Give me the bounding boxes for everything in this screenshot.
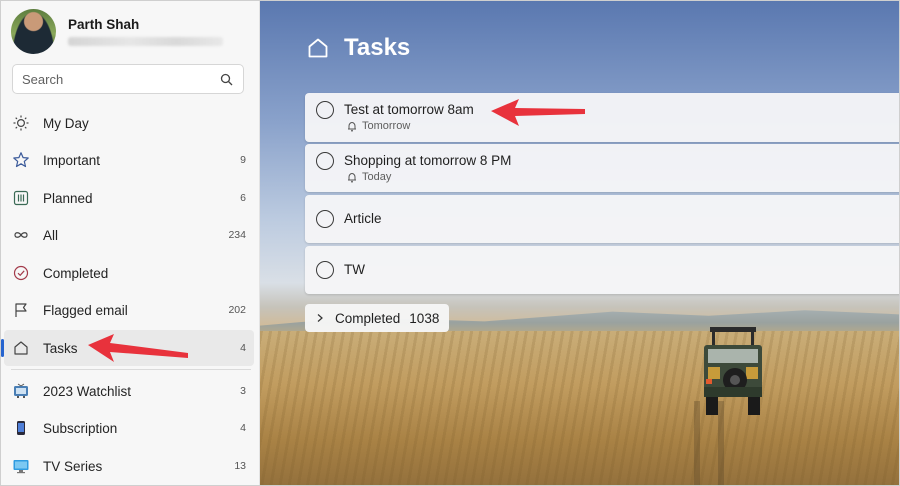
sidebar-item-subscription[interactable]: Subscription 4 xyxy=(1,410,256,446)
sidebar-item-flagged-email[interactable]: Flagged email 202 xyxy=(1,292,256,328)
task-title[interactable]: Test at tomorrow 8am xyxy=(344,102,474,117)
sidebar-item-label: TV Series xyxy=(43,458,103,474)
task-title[interactable]: Article xyxy=(344,211,382,226)
complete-checkbox[interactable] xyxy=(316,210,334,228)
avatar[interactable] xyxy=(11,8,56,54)
complete-checkbox[interactable] xyxy=(316,101,334,119)
profile-email-redacted xyxy=(68,36,223,46)
phone-icon xyxy=(12,419,30,437)
reminder-text: Tomorrow xyxy=(362,120,411,132)
monitor-icon xyxy=(12,457,30,475)
sun-icon xyxy=(12,114,30,132)
sidebar-item-label: Important xyxy=(43,152,101,168)
bell-icon xyxy=(346,172,357,183)
profile-name: Parth Shah xyxy=(68,16,140,32)
sidebar-item-count: 9 xyxy=(240,154,246,166)
task-item[interactable]: TW xyxy=(305,246,899,294)
sidebar-item-count: 3 xyxy=(240,385,246,397)
complete-checkbox[interactable] xyxy=(316,152,334,170)
sidebar-item-count: 202 xyxy=(228,304,246,316)
check-circle-icon xyxy=(12,264,30,282)
sidebar-item-completed[interactable]: Completed xyxy=(1,255,256,291)
sidebar-item-count: 234 xyxy=(228,229,246,241)
app-window: Parth Shah Search My Day Important 9 Pla… xyxy=(0,0,900,486)
sidebar-item-label: Tasks xyxy=(43,340,78,356)
sidebar: Parth Shah Search My Day Important 9 Pla… xyxy=(1,1,260,485)
completed-toggle[interactable]: Completed 1038 xyxy=(305,304,450,332)
chevron-right-icon xyxy=(315,313,325,323)
completed-label: Completed xyxy=(335,310,401,326)
sidebar-item-planned[interactable]: Planned 6 xyxy=(1,180,256,216)
sidebar-item-count: 6 xyxy=(240,192,246,204)
page-header: Tasks xyxy=(306,34,410,62)
complete-checkbox[interactable] xyxy=(316,261,334,279)
home-icon xyxy=(306,36,330,60)
task-reminder: Today xyxy=(346,171,391,183)
search-input[interactable]: Search xyxy=(22,72,218,87)
sidebar-item-count: 13 xyxy=(234,460,246,472)
bell-icon xyxy=(346,121,357,132)
sidebar-item-my-day[interactable]: My Day xyxy=(1,105,256,141)
sidebar-item-label: Planned xyxy=(43,190,93,206)
search-icon[interactable] xyxy=(218,71,234,87)
task-item[interactable]: Shopping at tomorrow 8 PM Today xyxy=(305,144,899,192)
background-jeep xyxy=(704,327,762,415)
task-title[interactable]: Shopping at tomorrow 8 PM xyxy=(344,153,511,168)
sidebar-item-tasks[interactable]: Tasks 4 xyxy=(4,330,254,366)
tv-icon xyxy=(12,382,30,400)
sidebar-item-label: All xyxy=(43,227,59,243)
completed-count: 1038 xyxy=(409,310,440,326)
search-box[interactable]: Search xyxy=(12,64,244,94)
sidebar-item-label: Subscription xyxy=(43,420,118,436)
task-title[interactable]: TW xyxy=(344,262,365,277)
task-reminder: Tomorrow xyxy=(346,120,410,132)
infinity-icon xyxy=(12,226,30,244)
sidebar-item-count: 4 xyxy=(240,342,246,354)
sidebar-item-2023-watchlist[interactable]: 2023 Watchlist 3 xyxy=(1,373,256,409)
profile[interactable]: Parth Shah xyxy=(11,8,223,54)
sidebar-divider xyxy=(11,369,251,370)
calendar-icon xyxy=(12,189,30,207)
sidebar-item-label: Flagged email xyxy=(43,302,128,318)
star-icon xyxy=(12,151,30,169)
sidebar-item-count: 4 xyxy=(240,422,246,434)
flag-icon xyxy=(12,301,30,319)
sidebar-item-tv-series[interactable]: TV Series 13 xyxy=(1,448,256,484)
sidebar-item-all[interactable]: All 234 xyxy=(1,217,256,253)
background-savanna xyxy=(260,331,899,485)
sidebar-item-label: 2023 Watchlist xyxy=(43,383,132,399)
sidebar-item-label: My Day xyxy=(43,115,89,131)
task-item[interactable]: Test at tomorrow 8am Tomorrow xyxy=(305,93,899,142)
reminder-text: Today xyxy=(362,171,392,183)
task-item[interactable]: Article xyxy=(305,195,899,243)
home-icon xyxy=(12,339,30,357)
page-title: Tasks xyxy=(344,34,411,61)
sidebar-item-label: Completed xyxy=(43,265,109,281)
main-panel: Tasks Test at tomorrow 8am Tomorrow Shop… xyxy=(260,1,899,485)
sidebar-item-important[interactable]: Important 9 xyxy=(1,142,256,178)
